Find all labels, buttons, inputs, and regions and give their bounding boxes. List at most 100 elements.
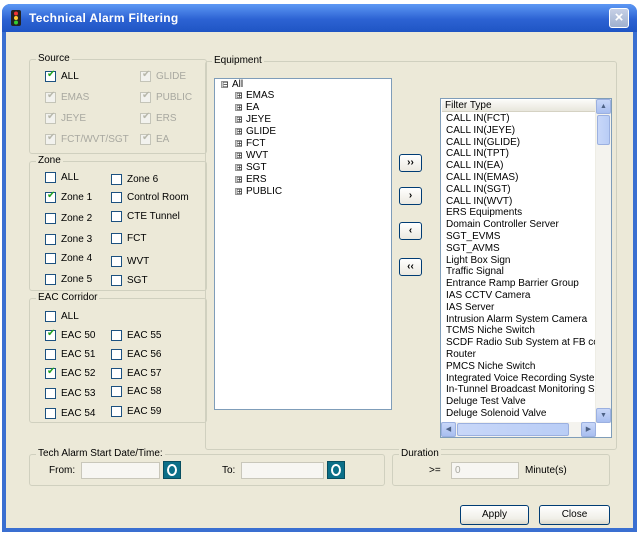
source-ea-label: EA [156, 134, 170, 145]
zone-all-box[interactable] [45, 172, 56, 183]
filter-type-list[interactable]: Filter Type CALL IN(FCT) CALL IN(JEYE) CAL… [440, 98, 612, 438]
clock-icon [167, 464, 177, 476]
close-window-button[interactable]: × [609, 8, 629, 28]
zone-wvt-label: WVT [127, 256, 150, 267]
filter-type-header[interactable]: Filter Type [442, 100, 597, 112]
equipment-tree[interactable]: ⊟ All ⊞ EMAS ⊞ EA ⊞ JEYE ⊞ GLIDE ⊞ FCT ⊞ WVT ⊞ S… [214, 78, 392, 410]
eac-57-box[interactable] [111, 368, 122, 379]
eac-52-box[interactable] [45, 366, 56, 379]
filter-type-item[interactable]: IAS CCTV Camera [446, 290, 596, 302]
filter-type-item[interactable]: SGT_AVMS [446, 243, 596, 255]
close-button[interactable]: Close [539, 505, 610, 525]
zone-4-box[interactable] [45, 253, 56, 264]
filter-type-item[interactable]: Router [446, 349, 596, 361]
apply-button[interactable]: Apply [460, 505, 529, 525]
eac-53-box[interactable] [45, 388, 56, 399]
tree-node-label: GLIDE [246, 126, 277, 137]
eac-50-box[interactable] [45, 328, 56, 341]
filter-type-item[interactable]: PMCS Niche Switch [446, 361, 596, 373]
zone-cte-tunnel-box[interactable] [111, 211, 122, 222]
expand-icon[interactable]: ⊞ [235, 92, 243, 100]
eac-59-label: EAC 59 [127, 406, 162, 417]
zone-3-box[interactable] [45, 234, 56, 245]
expand-icon[interactable]: ⊞ [235, 152, 243, 160]
zone-fct-box[interactable] [111, 233, 122, 244]
filter-type-item[interactable]: CALL IN(TPT) [446, 148, 596, 160]
eac-55-box[interactable] [111, 330, 122, 341]
filter-type-item[interactable]: IAS Server [446, 302, 596, 314]
expand-icon[interactable]: ⊞ [235, 104, 243, 112]
tech-alarm-start-title: Tech Alarm Start Date/Time: [36, 448, 165, 459]
zone-wvt-box[interactable] [111, 256, 122, 267]
expand-icon[interactable]: ⊞ [235, 140, 243, 148]
filter-type-item[interactable]: CALL IN(WVT) [446, 196, 596, 208]
title-bar[interactable]: Technical Alarm Filtering × [2, 4, 637, 32]
eac-58-box[interactable] [111, 386, 122, 397]
tree-node-label: PUBLIC [246, 186, 283, 197]
expand-icon[interactable]: ⊞ [235, 116, 243, 124]
zone-5-box[interactable] [45, 274, 56, 285]
filter-type-item[interactable]: CALL IN(SGT) [446, 184, 596, 196]
expand-icon[interactable]: ⊞ [235, 176, 243, 184]
source-glide-label: GLIDE [156, 71, 187, 82]
zone-control-room-box[interactable] [111, 192, 122, 203]
vertical-scroll-thumb[interactable] [597, 115, 610, 145]
scroll-left-arrow-icon[interactable]: ◀ [441, 422, 456, 437]
zone-2-label: Zone 2 [61, 213, 93, 224]
zone-sgt-box[interactable] [111, 275, 122, 286]
scroll-down-arrow-icon[interactable]: ▼ [596, 408, 611, 423]
clock-icon [331, 464, 341, 476]
filter-type-item[interactable]: Deluge Test Valve [446, 396, 596, 408]
filter-type-item[interactable]: SGT_EVMS [446, 231, 596, 243]
duration-unit: Minute(s) [525, 465, 567, 476]
from-date-field[interactable] [81, 462, 160, 479]
filter-type-item[interactable]: ERS Equipments [446, 207, 596, 219]
duration-minutes-field[interactable]: 0 [451, 462, 519, 479]
filter-type-item[interactable]: Intrusion Alarm System Camera [446, 314, 596, 326]
eac-51-box[interactable] [45, 349, 56, 360]
vertical-scrollbar[interactable]: ▲ ▼ [595, 99, 611, 423]
remove-all-button[interactable]: ‹‹ [399, 258, 422, 276]
zone-6-box[interactable] [111, 174, 122, 185]
eac-54-box[interactable] [45, 408, 56, 419]
horizontal-scroll-thumb[interactable] [457, 423, 569, 436]
expand-icon[interactable]: ⊞ [235, 128, 243, 136]
source-jeye-box [45, 111, 56, 124]
expand-icon[interactable]: ⊞ [235, 188, 243, 196]
source-emas-box [45, 90, 56, 103]
eac-59-box[interactable] [111, 406, 122, 417]
filter-type-item[interactable]: TCMS Niche Switch [446, 325, 596, 337]
remove-button[interactable]: ‹ [399, 222, 422, 240]
filter-type-item[interactable]: CALL IN(EMAS) [446, 172, 596, 184]
eac-53-label: EAC 53 [61, 388, 96, 399]
filter-type-item[interactable]: Deluge Solenoid Valve [446, 408, 596, 420]
filter-type-item[interactable]: Domain Controller Server [446, 219, 596, 231]
filter-type-item[interactable]: Traffic Signal [446, 266, 596, 278]
filter-type-item[interactable]: Entrance Ramp Barrier Group [446, 278, 596, 290]
collapse-icon[interactable]: ⊟ [221, 81, 229, 89]
eac-56-box[interactable] [111, 349, 122, 360]
filter-type-item[interactable]: In-Tunnel Broadcast Monitoring Syste [446, 384, 596, 396]
scroll-up-arrow-icon[interactable]: ▲ [596, 99, 611, 114]
scroll-right-arrow-icon[interactable]: ▶ [581, 422, 596, 437]
source-all-box[interactable] [45, 69, 56, 82]
eac-all-box[interactable] [45, 311, 56, 322]
add-all-button[interactable]: ›› [399, 154, 422, 172]
horizontal-scrollbar[interactable]: ◀ ▶ [441, 422, 596, 437]
zone-cte-tunnel-label: CTE Tunnel [127, 211, 180, 222]
zone-2-box[interactable] [45, 213, 56, 224]
add-button[interactable]: › [399, 187, 422, 205]
filter-type-item[interactable]: CALL IN(GLIDE) [446, 137, 596, 149]
zone-3-label: Zone 3 [61, 234, 93, 245]
filter-type-item[interactable]: Light Box Sign [446, 255, 596, 267]
filter-type-item[interactable]: CALL IN(JEYE) [446, 125, 596, 137]
to-calendar-button[interactable] [327, 461, 345, 479]
zone-1-box[interactable] [45, 190, 56, 203]
filter-type-item[interactable]: CALL IN(FCT) [446, 113, 596, 125]
from-calendar-button[interactable] [163, 461, 181, 479]
filter-type-item[interactable]: Integrated Voice Recording System [446, 373, 596, 385]
filter-type-item[interactable]: SCDF Radio Sub System at FB contr [446, 337, 596, 349]
to-date-field[interactable] [241, 462, 324, 479]
filter-type-item[interactable]: CALL IN(EA) [446, 160, 596, 172]
expand-icon[interactable]: ⊞ [235, 164, 243, 172]
